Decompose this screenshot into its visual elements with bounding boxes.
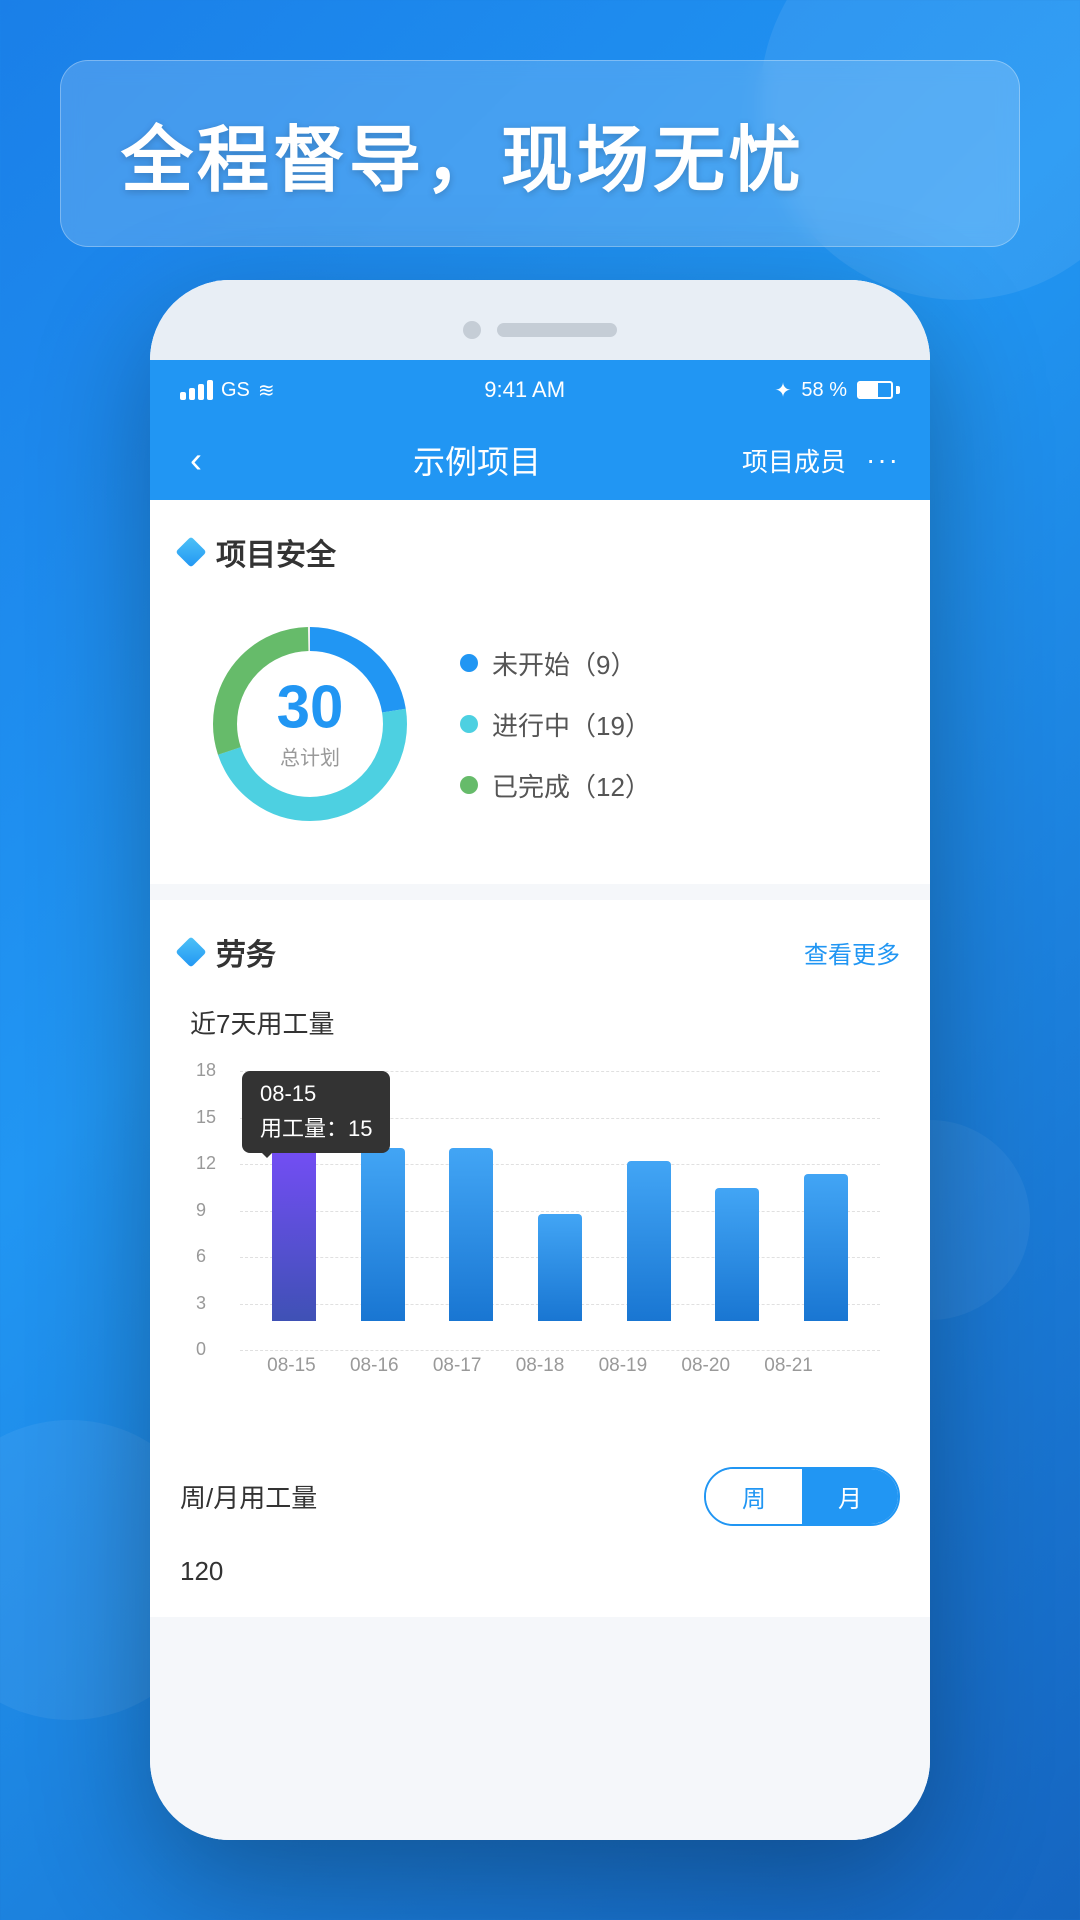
bar-0815[interactable] <box>250 1121 339 1321</box>
screen-content: 项目安全 <box>150 500 930 1840</box>
legend-dot-not-started <box>460 654 478 672</box>
wifi-icon: ≋ <box>258 378 275 403</box>
donut-center: 30 总计划 <box>277 678 344 771</box>
period-toggle: 周 月 <box>704 1467 900 1526</box>
legend-label-in-progress: 进行中（19） <box>492 706 651 743</box>
battery-icon <box>857 381 900 399</box>
bar-fill-0820 <box>715 1188 759 1321</box>
bars-area <box>240 1071 880 1321</box>
bar-0820[interactable] <box>693 1188 782 1321</box>
donut-chart: 30 总计划 <box>200 614 420 834</box>
phone-mockup: GS ≋ 9:41 AM ✦ 58 % ‹ 示例项目 项目成员 ·· <box>150 280 930 1840</box>
donut-label: 总计划 <box>277 742 344 771</box>
legend-label-not-started: 未开始（9） <box>492 645 636 682</box>
bar-0819[interactable] <box>604 1161 693 1321</box>
bar-0818[interactable] <box>516 1214 605 1321</box>
carrier-label: GS <box>221 379 250 402</box>
diamond-icon-safety <box>175 536 206 567</box>
project-safety-header: 项目安全 <box>180 530 900 574</box>
x-axis-labels: 08-15 08-16 08-17 08-18 08-19 08-20 08-2… <box>200 1355 880 1377</box>
bar-chart-container: 18 15 12 9 6 3 0 08-15 用工量：15 <box>180 1061 900 1417</box>
period-month-button[interactable]: 月 <box>802 1469 898 1524</box>
phone-notch <box>150 280 930 360</box>
nav-bar: ‹ 示例项目 项目成员 ··· <box>150 420 930 500</box>
x-label-0818: 08-18 <box>499 1355 582 1377</box>
status-time: 9:41 AM <box>275 377 775 403</box>
signal-icon <box>180 380 213 400</box>
bar-fill-0818 <box>538 1214 582 1321</box>
period-toggle-container: 周/月用工量 周 月 <box>150 1447 930 1546</box>
back-button[interactable]: ‹ <box>180 429 212 491</box>
bar-0816[interactable] <box>339 1148 428 1321</box>
status-left: GS ≋ <box>180 378 275 403</box>
diamond-icon-labor <box>175 936 206 967</box>
header-banner: 全程督导，现场无忧 <box>60 60 1020 247</box>
period-label: 周/月用工量 <box>180 1478 704 1515</box>
chart-grid: 18 15 12 9 6 3 0 08-15 用工量：15 <box>200 1071 880 1351</box>
header-title: 全程督导，现场无忧 <box>121 101 959 206</box>
bar-0817[interactable] <box>427 1148 516 1321</box>
bar-fill-0815 <box>272 1121 316 1321</box>
battery-pct: 58 % <box>801 379 847 402</box>
x-label-0815: 08-15 <box>250 1355 333 1377</box>
labor-title: 劳务 <box>216 930 276 974</box>
labor-card: 劳务 查看更多 近7天用工量 18 15 12 9 6 3 <box>150 900 930 1447</box>
section-divider-1 <box>150 884 930 900</box>
x-label-0817: 08-17 <box>416 1355 499 1377</box>
nav-right-area: 项目成员 ··· <box>742 442 900 479</box>
safety-legend: 未开始（9） 进行中（19） 已完成（12） <box>460 645 651 804</box>
x-label-0820: 08-20 <box>664 1355 747 1377</box>
chart-title: 近7天用工量 <box>180 1004 900 1041</box>
legend-label-completed: 已完成（12） <box>492 767 651 804</box>
legend-dot-in-progress <box>460 715 478 733</box>
phone-camera <box>463 321 481 339</box>
bar-0821[interactable] <box>781 1174 870 1321</box>
see-more-link[interactable]: 查看更多 <box>804 935 900 970</box>
bar-fill-0816 <box>361 1148 405 1321</box>
project-members-button[interactable]: 项目成员 <box>742 442 846 479</box>
legend-completed: 已完成（12） <box>460 767 651 804</box>
nav-title: 示例项目 <box>212 437 742 483</box>
labor-header: 劳务 查看更多 <box>180 930 900 974</box>
donut-total: 30 <box>277 678 344 738</box>
status-bar: GS ≋ 9:41 AM ✦ 58 % <box>150 360 930 420</box>
sub-value: 120 <box>150 1546 930 1617</box>
status-right: ✦ 58 % <box>775 378 900 403</box>
legend-in-progress: 进行中（19） <box>460 706 651 743</box>
x-label-0821: 08-21 <box>747 1355 830 1377</box>
phone-body: GS ≋ 9:41 AM ✦ 58 % ‹ 示例项目 项目成员 ·· <box>150 280 930 1840</box>
phone-speaker <box>497 323 617 337</box>
x-label-0819: 08-19 <box>581 1355 664 1377</box>
legend-dot-completed <box>460 776 478 794</box>
safety-chart-section: 30 总计划 未开始（9） 进行中（19） <box>180 604 900 854</box>
x-label-0816: 08-16 <box>333 1355 416 1377</box>
project-safety-card: 项目安全 <box>150 500 930 884</box>
legend-not-started: 未开始（9） <box>460 645 651 682</box>
project-safety-title: 项目安全 <box>216 530 336 574</box>
bar-fill-0817 <box>449 1148 493 1321</box>
more-button[interactable]: ··· <box>866 444 900 476</box>
bar-fill-0821 <box>804 1174 848 1321</box>
bluetooth-icon: ✦ <box>775 378 792 403</box>
period-week-button[interactable]: 周 <box>706 1469 802 1524</box>
bar-fill-0819 <box>627 1161 671 1321</box>
